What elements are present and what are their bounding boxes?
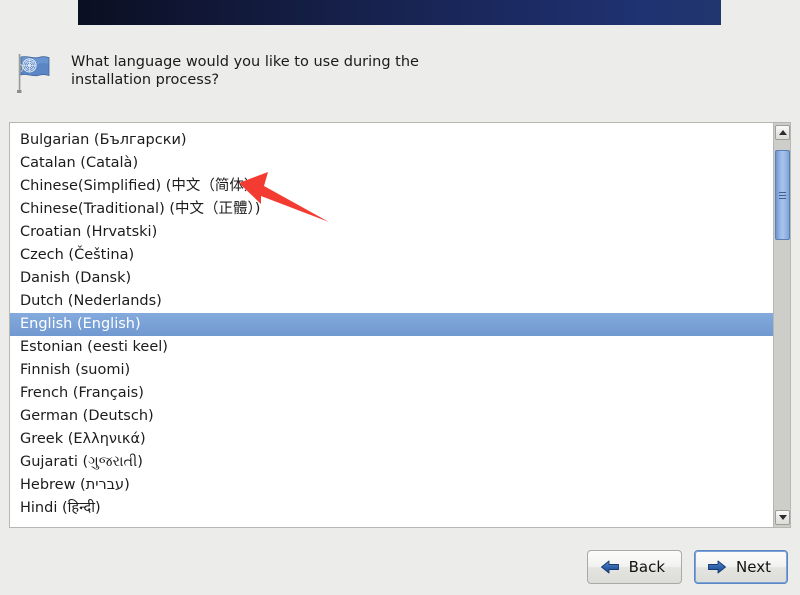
language-list-item[interactable]: Greek (Ελληνικά) [10, 428, 773, 451]
question-label: What language would you like to use duri… [71, 54, 419, 88]
language-list-item[interactable]: Czech (Čeština) [10, 244, 773, 267]
language-list-item[interactable]: Bulgarian (Български) [10, 129, 773, 152]
language-list-item[interactable]: Gujarati (ગુજરાતી) [10, 451, 773, 474]
language-list-items[interactable]: Bulgarian (Български) Catalan (Català) Chi… [10, 123, 773, 527]
language-list-item[interactable]: Finnish (suomi) [10, 359, 773, 382]
chevron-up-icon [778, 130, 787, 135]
installer-banner [78, 0, 721, 25]
back-button[interactable]: Back [586, 550, 683, 584]
vertical-scrollbar[interactable] [773, 123, 790, 527]
language-list-item[interactable]: Hebrew (עברית) [10, 474, 773, 497]
language-list-item[interactable]: Chinese(Traditional) (中文（正體）) [10, 198, 773, 221]
language-list-item[interactable]: French (Français) [10, 382, 773, 405]
scrollbar-thumb[interactable] [775, 150, 790, 240]
language-list-item[interactable]: Danish (Dansk) [10, 267, 773, 290]
language-list-item[interactable]: English (English) [10, 313, 773, 336]
language-listbox[interactable]: Bulgarian (Български) Catalan (Català) Chi… [9, 122, 791, 528]
arrow-right-icon [707, 559, 727, 575]
language-list-item[interactable]: Hindi (हिन्दी) [10, 497, 773, 520]
language-list-item[interactable]: Catalan (Català) [10, 152, 773, 175]
scrollbar-down-button[interactable] [775, 510, 790, 525]
next-button[interactable]: Next [694, 550, 788, 584]
language-list-item[interactable]: Croatian (Hrvatski) [10, 221, 773, 244]
language-list-item[interactable]: German (Deutsch) [10, 405, 773, 428]
un-flag-icon [13, 52, 53, 94]
next-button-label: Next [736, 558, 771, 576]
arrow-left-icon [600, 559, 620, 575]
question-row: What language would you like to use duri… [13, 47, 713, 94]
language-list-item[interactable]: Estonian (eesti keel) [10, 336, 773, 359]
dialog-button-bar: Back Next [586, 550, 788, 584]
chevron-down-icon [778, 515, 787, 520]
language-list-item[interactable]: Dutch (Nederlands) [10, 290, 773, 313]
scrollbar-up-button[interactable] [775, 125, 790, 140]
language-list-item[interactable]: Chinese(Simplified) (中文（简体）) [10, 175, 773, 198]
grip-icon [779, 190, 786, 201]
back-button-label: Back [628, 558, 666, 576]
